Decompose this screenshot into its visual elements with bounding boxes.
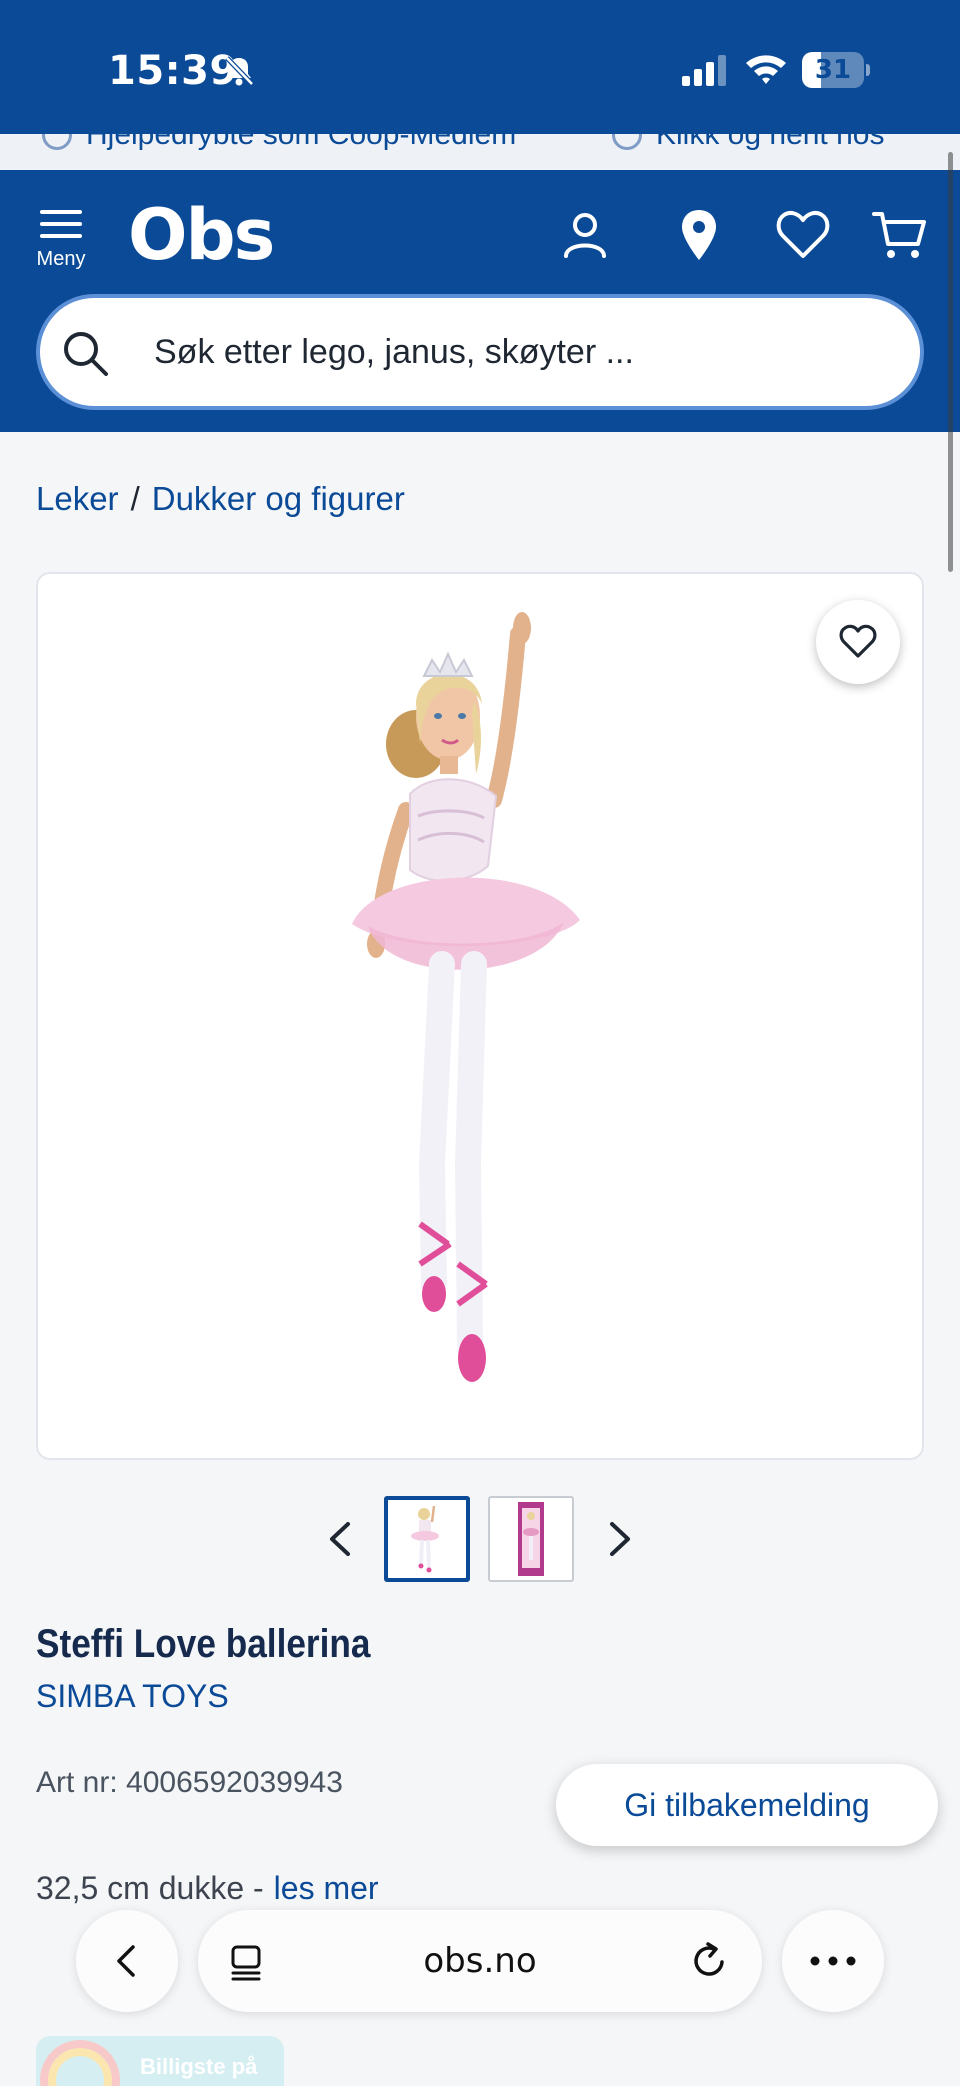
menu-label: Meny (36, 248, 86, 270)
status-bar: 15:39 31 (0, 0, 960, 134)
tab-overview-icon[interactable] (226, 1942, 266, 1982)
promo-item[interactable]: Klikk og hent hos (612, 134, 884, 152)
breadcrumb-link-dukker[interactable]: Dukker og figurer (152, 480, 405, 518)
battery-percent: 31 (814, 55, 852, 85)
obs-logo[interactable]: Obs (128, 194, 275, 276)
product-short-description: 32,5 cm dukke - les mer (36, 1870, 379, 1907)
article-number: Art nr: 4006592039943 (36, 1766, 343, 1799)
chevron-left-icon (117, 1945, 135, 1977)
cheapest-badge-label: Billigste på (140, 2054, 258, 2079)
chevron-left-icon[interactable] (316, 1514, 366, 1564)
shopping-cart-icon[interactable] (870, 206, 928, 264)
cheapest-badge: Billigste på (36, 2036, 284, 2086)
status-time: 15:39 (108, 48, 238, 94)
product-image-card[interactable] (36, 572, 924, 1460)
check-icon (612, 134, 642, 150)
hamburger-icon (40, 210, 82, 238)
breadcrumb-separator: / (130, 480, 140, 517)
check-icon (42, 134, 72, 150)
wifi-icon (746, 55, 786, 84)
add-to-favorites-button[interactable] (816, 600, 900, 684)
more-dots-icon (810, 1956, 856, 1966)
browser-address-bar[interactable]: obs.no (198, 1910, 762, 2012)
product-image (352, 612, 580, 1382)
promo-item[interactable]: Hjelpedrybte som Coop-Medlem (42, 134, 516, 152)
promo-strip: Hjelpedrybte som Coop-Medlem Klikk og he… (0, 134, 960, 170)
search-icon (64, 332, 108, 376)
thumbnail-1[interactable] (384, 1496, 470, 1582)
store-location-icon[interactable] (670, 206, 728, 264)
product-title: Steffi Love ballerina (36, 1622, 371, 1666)
browser-back-button[interactable] (76, 1910, 178, 2012)
breadcrumb: Leker / Dukker og figurer (36, 480, 405, 518)
heart-icon (839, 624, 877, 658)
cellular-signal-icon (682, 55, 726, 86)
bell-muted-icon (225, 56, 254, 86)
product-brand-link[interactable]: SIMBA TOYS (36, 1678, 229, 1715)
feedback-button[interactable]: Gi tilbakemelding (556, 1764, 938, 1846)
thumbnail-image (411, 1505, 439, 1573)
browser-url[interactable]: obs.no (198, 1910, 762, 2012)
battery-indicator: 31 (802, 52, 870, 88)
account-icon[interactable] (556, 206, 614, 264)
chevron-right-icon[interactable] (594, 1514, 644, 1564)
site-header: Meny Obs (0, 170, 960, 432)
thumbnail-2[interactable] (488, 1496, 574, 1582)
read-more-link[interactable]: les mer (274, 1870, 379, 1906)
browser-more-button[interactable] (782, 1910, 884, 2012)
description-text: 32,5 cm dukke - (36, 1870, 264, 1906)
breadcrumb-link-leker[interactable]: Leker (36, 480, 119, 518)
menu-button[interactable]: Meny (28, 204, 94, 284)
reload-icon[interactable] (688, 1940, 730, 1982)
thumbnail-image (518, 1502, 544, 1576)
search-input[interactable] (154, 298, 894, 406)
rainbow-icon (40, 2040, 120, 2086)
page-scrollbar[interactable] (948, 152, 953, 572)
favorites-heart-icon[interactable] (774, 206, 832, 264)
search-box[interactable] (36, 294, 924, 410)
